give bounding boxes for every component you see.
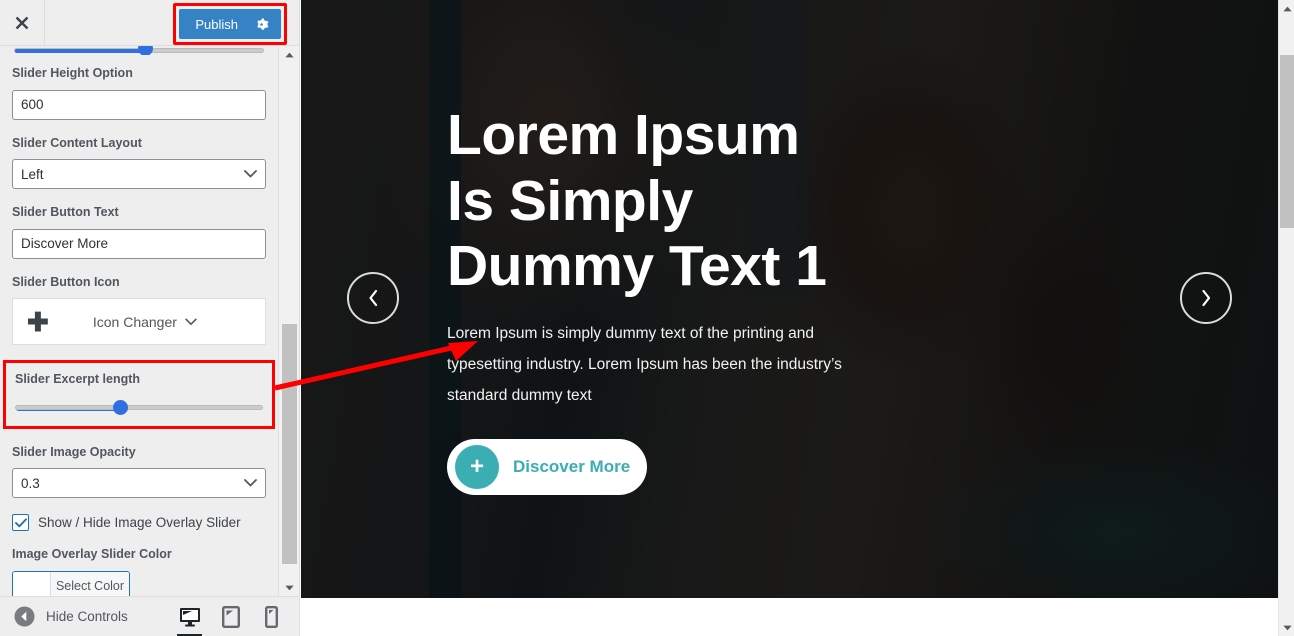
chevron-left-icon <box>369 289 378 307</box>
slider-image-opacity-select[interactable] <box>12 468 266 498</box>
sidebar-scrollbar-thumb[interactable] <box>282 324 297 564</box>
customizer-footer: Hide Controls <box>0 596 299 636</box>
slider-height-input[interactable] <box>12 89 266 120</box>
hero-slider: Lorem Ipsum Is Simply Dummy Text 1 Lorem… <box>301 0 1278 598</box>
desktop-icon <box>179 608 200 627</box>
check-icon <box>14 517 27 527</box>
chevron-down-icon <box>185 318 197 325</box>
control-show-hide-image-overlay-slider[interactable]: Show / Hide Image Overlay Slider <box>12 514 266 531</box>
control-label: Image Overlay Slider Color <box>12 547 172 561</box>
caret-up-icon <box>1282 6 1292 11</box>
control-label: Slider Height Option <box>12 66 133 80</box>
range-fill <box>15 49 145 53</box>
collapse-left-icon <box>14 606 35 627</box>
control-slider-button-icon: Slider Button Icon ✚ Icon Changer <box>12 274 266 345</box>
control-label: Slider Image Opacity <box>12 444 136 459</box>
close-icon <box>15 16 29 29</box>
window-scrollbar-thumb[interactable] <box>1280 55 1294 228</box>
control-slider-button-text: Slider Button Text <box>12 204 266 259</box>
window-scrollbar[interactable] <box>1278 0 1294 636</box>
tablet-icon <box>221 606 240 628</box>
control-slider-height-option: Slider Height Option <box>12 65 266 120</box>
customizer-controls-body: Slider Height Option Slider Content Layo… <box>0 46 299 596</box>
chevron-right-icon <box>1202 289 1211 307</box>
window-scroll-down-button[interactable] <box>1279 619 1294 636</box>
caret-down-icon <box>1282 625 1292 630</box>
device-preview-buttons <box>169 597 292 636</box>
caret-up-icon <box>285 52 294 57</box>
device-desktop-button[interactable] <box>169 597 210 636</box>
slider-prev-button[interactable] <box>347 272 399 324</box>
customizer-screen: Publish Slider Height Option 600 Slider … <box>0 0 1294 636</box>
hero-discover-more-button[interactable]: + Discover More <box>447 438 647 495</box>
control-label: Slider Content Layout <box>12 135 142 150</box>
caret-down-icon <box>285 585 294 590</box>
slider-content-layout-select[interactable] <box>12 159 266 189</box>
select-color-button[interactable]: Select Color <box>51 571 129 596</box>
hero-excerpt: Lorem Ipsum is simply dummy text of the … <box>447 324 842 404</box>
gear-icon[interactable] <box>254 17 269 32</box>
window-scroll-up-button[interactable] <box>1279 0 1294 17</box>
scroll-up-button[interactable] <box>279 46 299 63</box>
control-label: Slider Excerpt length <box>15 372 141 386</box>
publish-button[interactable]: Publish <box>179 9 281 39</box>
control-label: Slider Button Text <box>12 205 119 219</box>
control-slider-image-opacity: Slider Image Opacity <box>12 444 266 498</box>
device-tablet-button[interactable] <box>210 597 251 636</box>
hero-button-label: Discover More <box>513 456 631 476</box>
slider-button-text-input[interactable] <box>12 228 266 259</box>
slider-excerpt-length-range[interactable] <box>15 404 263 411</box>
checkbox-label: Show / Hide Image Overlay Slider <box>38 515 241 530</box>
plus-icon: + <box>455 444 499 489</box>
customizer-controls-scroll: Slider Height Option Slider Content Layo… <box>0 46 278 596</box>
customizer-sidebar: Publish Slider Height Option 600 Slider … <box>0 0 300 636</box>
range-thumb[interactable] <box>138 46 153 55</box>
control-label: Slider Button Icon <box>12 274 120 289</box>
sidebar-scrollbar[interactable] <box>278 46 299 596</box>
previous-range-control-cutoff[interactable] <box>0 46 278 55</box>
hide-controls-label: Hide Controls <box>46 609 128 624</box>
icon-changer-label-wrap: Icon Changer <box>39 314 251 330</box>
icon-changer-button[interactable]: ✚ Icon Changer <box>12 298 266 345</box>
customizer-header: Publish <box>0 0 299 46</box>
site-preview: Lorem Ipsum Is Simply Dummy Text 1 Lorem… <box>301 0 1278 636</box>
control-slider-content-layout: Slider Content Layout <box>12 135 266 189</box>
hero-content: Lorem Ipsum Is Simply Dummy Text 1 Lorem… <box>447 0 1067 598</box>
show-hide-overlay-checkbox[interactable] <box>12 514 29 531</box>
slider-next-button[interactable] <box>1180 272 1232 324</box>
control-slider-excerpt-length-highlighted: Slider Excerpt length <box>3 360 275 429</box>
excerpt-length-range-holder <box>15 400 263 416</box>
hero-title: Lorem Ipsum Is Simply Dummy Text 1 <box>447 103 827 299</box>
close-customizer-button[interactable] <box>0 0 45 45</box>
publish-highlight-box: Publish <box>173 3 287 45</box>
icon-changer-label: Icon Changer <box>92 313 177 330</box>
publish-label: Publish <box>195 16 238 32</box>
scroll-down-button[interactable] <box>279 579 299 596</box>
color-picker[interactable]: Select Color <box>12 570 130 596</box>
color-swatch[interactable] <box>13 571 51 596</box>
mobile-icon <box>265 606 278 628</box>
control-image-overlay-slider-color: Image Overlay Slider Color Select Color <box>12 546 266 596</box>
hide-controls-button[interactable]: Hide Controls <box>0 606 128 627</box>
device-mobile-button[interactable] <box>251 597 292 636</box>
